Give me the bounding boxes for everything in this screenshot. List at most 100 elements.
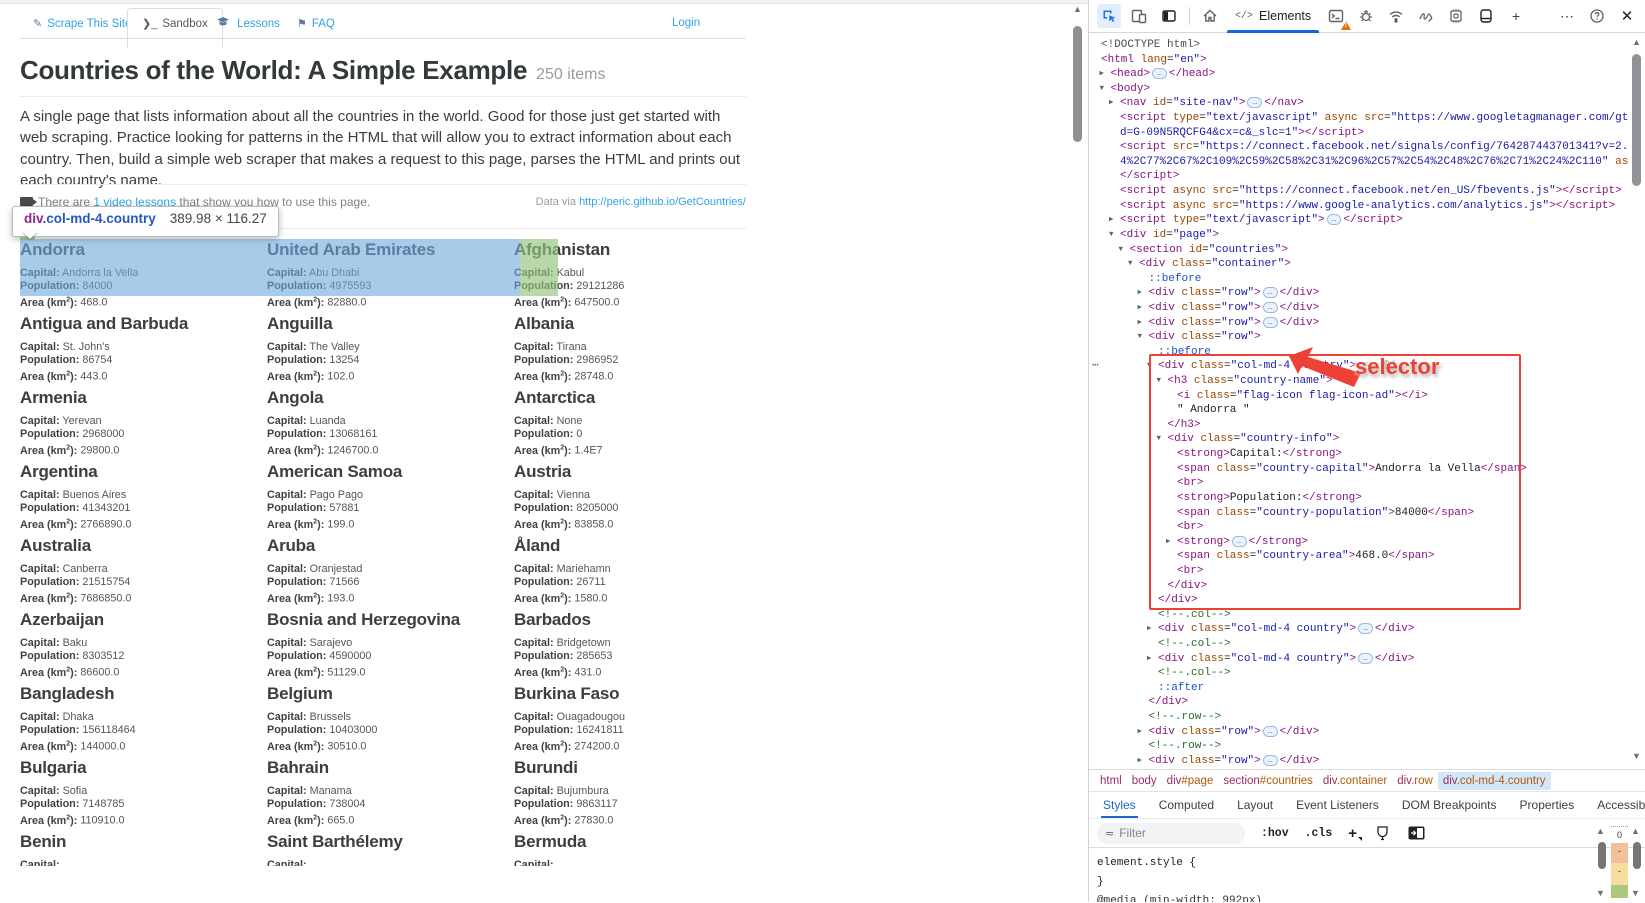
breadcrumb-item[interactable]: div.container (1318, 772, 1392, 790)
dom-tree-line[interactable]: <strong>Capital:</strong> (1089, 447, 1629, 462)
breadcrumb-item[interactable]: html (1095, 772, 1127, 790)
tab-layout[interactable]: Layout (1235, 794, 1275, 816)
scroll-up-icon[interactable]: ▲ (1631, 827, 1640, 836)
dom-tree-line[interactable]: ▼<body> (1089, 82, 1629, 97)
dom-tree-line[interactable]: <!--.row--> (1089, 739, 1629, 754)
inline-expand-icon[interactable]: … (1263, 302, 1278, 313)
styles-filter-input[interactable]: ≂ Filter (1097, 823, 1245, 844)
dom-tree-line[interactable]: </div> (1089, 593, 1629, 608)
inline-expand-icon[interactable]: … (1152, 68, 1167, 79)
dom-tree-line[interactable]: </div> (1089, 579, 1629, 594)
tab-computed[interactable]: Computed (1157, 794, 1216, 816)
help-icon[interactable] (1585, 4, 1609, 28)
expand-arrow-icon[interactable]: ▶ (1138, 316, 1143, 331)
tab-elements[interactable]: </> Elements (1225, 0, 1321, 33)
inline-expand-icon[interactable]: … (1358, 653, 1373, 664)
dom-tree-line[interactable]: <script type="text/javascript" async src… (1089, 111, 1629, 126)
breadcrumb-item[interactable]: section#countries (1218, 772, 1318, 790)
breadcrumb-item[interactable]: body (1127, 772, 1162, 790)
scroll-down-icon[interactable]: ▼ (1596, 889, 1605, 898)
collapse-arrow-icon[interactable]: ▼ (1157, 374, 1162, 389)
dom-tree-line[interactable]: <i class="flag-icon flag-icon-ad"></i> (1089, 389, 1629, 404)
console-icon[interactable] (1324, 4, 1348, 28)
memory-icon[interactable] (1444, 4, 1468, 28)
scroll-down-icon[interactable]: ▼ (1632, 752, 1641, 761)
dom-tree-line[interactable]: ▶<div class="row">…</div> (1089, 286, 1629, 301)
dom-tree-line[interactable]: <span class="country-area">468.0</span> (1089, 549, 1629, 564)
dom-tree-line[interactable]: <script async src="https://www.google-an… (1089, 199, 1629, 214)
close-icon[interactable]: ✕ (1615, 4, 1639, 28)
dom-tree-line[interactable]: <br> (1089, 476, 1629, 491)
inline-expand-icon[interactable]: … (1263, 287, 1278, 298)
element-style-open[interactable]: element.style { (1097, 854, 1629, 873)
dom-tree-line[interactable]: ▶<nav id="site-nav">…</nav> (1089, 96, 1629, 111)
data-source-link[interactable]: http://peric.github.io/GetCountries/ (579, 196, 746, 208)
dom-tree-line[interactable]: <!--.col--> (1089, 666, 1629, 681)
dom-scroll-thumb[interactable] (1632, 54, 1641, 186)
cls-toggle[interactable]: .cls (1305, 827, 1333, 840)
breadcrumb-item[interactable]: div.row (1392, 772, 1438, 790)
network-icon[interactable] (1384, 4, 1408, 28)
rendering-emulation-icon[interactable] (1375, 825, 1390, 841)
dom-tree-line[interactable]: <br> (1089, 564, 1629, 579)
collapse-arrow-icon[interactable]: ▼ (1109, 228, 1114, 243)
dom-tree-line[interactable]: <!--.col--> (1089, 637, 1629, 652)
dom-tree-line[interactable]: ▶<div class="row">…</div> (1089, 754, 1629, 769)
dom-tree-line[interactable]: </div> (1089, 695, 1629, 710)
application-icon[interactable] (1474, 4, 1498, 28)
node-menu-icon[interactable]: ⋯ (1092, 359, 1100, 374)
dom-tree-line[interactable]: <span class="country-capital">Andorra la… (1089, 462, 1629, 477)
dom-tree-line[interactable]: ▼<div class="row"> (1089, 330, 1629, 345)
tab-properties[interactable]: Properties (1518, 794, 1577, 816)
collapse-arrow-icon[interactable]: ▼ (1128, 257, 1133, 272)
expand-arrow-icon[interactable]: ▶ (1109, 213, 1114, 228)
breadcrumb-item[interactable]: div.col-md-4.country (1438, 772, 1551, 790)
inline-expand-icon[interactable]: … (1263, 755, 1278, 766)
dom-tree-line[interactable]: ▶<div class="row">…</div> (1089, 725, 1629, 740)
home-icon[interactable] (1198, 4, 1222, 28)
collapse-arrow-icon[interactable]: ▼ (1119, 243, 1124, 258)
inline-expand-icon[interactable]: … (1358, 623, 1373, 634)
dom-tree-line[interactable]: </h3> (1089, 418, 1629, 433)
inline-expand-icon[interactable]: … (1232, 536, 1247, 547)
dom-tree-line[interactable]: ▼<div id="page"> (1089, 228, 1629, 243)
expand-arrow-icon[interactable]: ▶ (1138, 286, 1143, 301)
dom-tree-line[interactable]: ::after (1089, 681, 1629, 696)
add-tools-icon[interactable]: + (1504, 4, 1528, 28)
dom-tree-line[interactable]: d=G-09N5RQCFG4&cx=c&_slc=1"></script> (1089, 126, 1629, 141)
focus-panel-icon[interactable] (1157, 4, 1181, 28)
nav-tab-lessons[interactable]: Lessons (217, 17, 280, 30)
debug-icon[interactable] (1354, 4, 1378, 28)
tab-event-listeners[interactable]: Event Listeners (1294, 794, 1381, 816)
collapse-arrow-icon[interactable]: ▼ (1100, 82, 1105, 97)
collapse-arrow-icon[interactable]: ▼ (1138, 330, 1143, 345)
dom-tree-line[interactable]: ▶<strong>…</strong> (1089, 535, 1629, 550)
breadcrumb-item[interactable]: div#page (1162, 772, 1219, 790)
nav-brand-link[interactable]: ✎Scrape This Site (33, 17, 131, 30)
dom-tree-line[interactable]: <!DOCTYPE html> (1089, 38, 1629, 53)
dom-tree-line[interactable]: ▼<section id="countries"> (1089, 243, 1629, 258)
expand-arrow-icon[interactable]: ▶ (1138, 754, 1143, 769)
scroll-up-icon[interactable]: ▲ (1073, 5, 1082, 14)
expand-arrow-icon[interactable]: ▶ (1109, 96, 1114, 111)
more-icon[interactable]: ⋯ (1555, 4, 1579, 28)
expand-arrow-icon[interactable]: ▶ (1147, 622, 1152, 637)
scroll-up-icon[interactable]: ▲ (1632, 38, 1641, 47)
device-emulation-icon[interactable] (1127, 4, 1151, 28)
scroll-thumb[interactable] (1598, 842, 1606, 869)
dom-tree-line[interactable]: <span class="country-population">84000</… (1089, 506, 1629, 521)
dom-tree-line[interactable]: ▶<div class="col-md-4 country">…</div> (1089, 652, 1629, 667)
scroll-up-icon[interactable]: ▲ (1596, 827, 1605, 836)
nav-tab-sandbox[interactable]: ❯_Sandbox (127, 8, 223, 48)
new-style-rule-button[interactable]: + (1348, 825, 1357, 842)
tab-dom-breakpoints[interactable]: DOM Breakpoints (1400, 794, 1499, 816)
page-scroll-thumb[interactable] (1073, 26, 1082, 142)
dom-tree-line[interactable]: <strong>Population:</strong> (1089, 491, 1629, 506)
dom-tree-line[interactable]: ▼<div class="country-info"> (1089, 432, 1629, 447)
inspect-icon[interactable] (1097, 4, 1121, 28)
dom-tree-line[interactable]: <html lang="en"> (1089, 53, 1629, 68)
dom-tree-line[interactable]: ▶<script type="text/javascript">…</scrip… (1089, 213, 1629, 228)
inline-expand-icon[interactable]: … (1247, 97, 1262, 108)
tab-styles[interactable]: Styles (1101, 794, 1138, 816)
nav-login-link[interactable]: Login (672, 17, 700, 29)
